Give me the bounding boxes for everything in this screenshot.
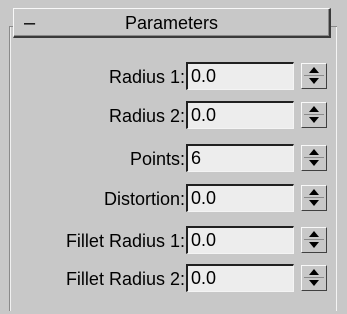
parameters-rollout-panel: – Parameters Radius 1: 0.0 Radius 2: 0.0… bbox=[0, 0, 347, 314]
spinner-up-arrow-icon[interactable] bbox=[309, 106, 319, 112]
param-label: Radius 2: bbox=[108, 106, 185, 126]
spinner-divider bbox=[304, 157, 324, 158]
parameters-rollout-header[interactable]: – Parameters bbox=[13, 8, 331, 38]
spinner-up-arrow-icon[interactable] bbox=[309, 67, 319, 73]
param-label: Fillet Radius 2: bbox=[65, 269, 185, 289]
spinner-divider bbox=[304, 114, 324, 115]
radius-1-field[interactable]: 0.0 bbox=[186, 62, 294, 90]
param-label: Fillet Radius 1: bbox=[65, 231, 185, 251]
param-label: Points: bbox=[129, 149, 185, 169]
spinner-down-arrow-icon[interactable] bbox=[309, 242, 319, 248]
spinner-arrows-icon[interactable] bbox=[301, 227, 327, 253]
spinner-up-arrow-icon[interactable] bbox=[309, 149, 319, 155]
spinner-down-arrow-icon[interactable] bbox=[309, 200, 319, 206]
spinner-up-arrow-icon[interactable] bbox=[309, 269, 319, 275]
fillet-radius-1-field[interactable]: 0.0 bbox=[186, 226, 294, 254]
spinner-down-arrow-icon[interactable] bbox=[309, 117, 319, 123]
param-row-radius-2: Radius 2: 0.0 bbox=[0, 101, 347, 131]
spinner-divider bbox=[304, 75, 324, 76]
spinner-arrows-icon[interactable] bbox=[301, 185, 327, 211]
param-row-distortion: Distortion: 0.0 bbox=[0, 184, 347, 214]
spinner-up-arrow-icon[interactable] bbox=[309, 231, 319, 237]
spinner-arrows-icon[interactable] bbox=[301, 145, 327, 171]
spinner-divider bbox=[304, 239, 324, 240]
param-row-fillet-radius-2: Fillet Radius 2: 0.0 bbox=[0, 264, 347, 294]
points-field[interactable]: 6 bbox=[186, 144, 294, 172]
distortion-field[interactable]: 0.0 bbox=[186, 184, 294, 212]
spinner-down-arrow-icon[interactable] bbox=[309, 160, 319, 166]
param-label: Radius 1: bbox=[108, 67, 185, 87]
spinner-arrows-icon[interactable] bbox=[301, 102, 327, 128]
param-row-fillet-radius-1: Fillet Radius 1: 0.0 bbox=[0, 226, 347, 256]
spinner-down-arrow-icon[interactable] bbox=[309, 280, 319, 286]
radius-2-field[interactable]: 0.0 bbox=[186, 101, 294, 129]
spinner-arrows-icon[interactable] bbox=[301, 265, 327, 291]
spinner-divider bbox=[304, 197, 324, 198]
spinner-down-arrow-icon[interactable] bbox=[309, 78, 319, 84]
fillet-radius-2-field[interactable]: 0.0 bbox=[186, 264, 294, 292]
spinner-divider bbox=[304, 277, 324, 278]
param-label: Distortion: bbox=[103, 189, 185, 209]
spinner-up-arrow-icon[interactable] bbox=[309, 189, 319, 195]
param-row-radius-1: Radius 1: 0.0 bbox=[0, 62, 347, 92]
rollout-title: Parameters bbox=[124, 13, 219, 33]
param-row-points: Points: 6 bbox=[0, 144, 347, 174]
spinner-arrows-icon[interactable] bbox=[301, 63, 327, 89]
